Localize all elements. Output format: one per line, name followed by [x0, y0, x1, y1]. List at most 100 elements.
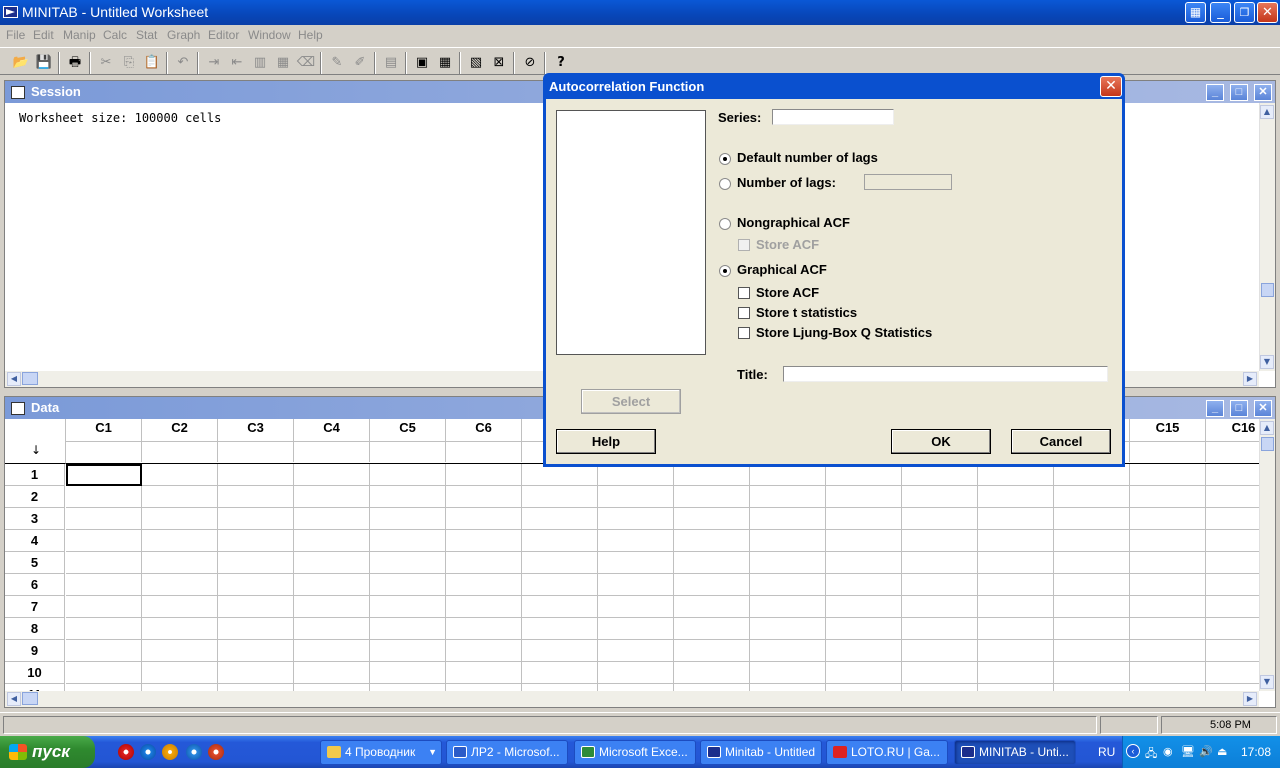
table-cell[interactable]: [370, 552, 446, 574]
column-name-cell[interactable]: [218, 441, 294, 462]
table-cell[interactable]: [66, 684, 142, 691]
table-cell[interactable]: [66, 508, 142, 530]
row-header[interactable]: 3: [5, 508, 65, 530]
histogram-icon[interactable]: ▥: [249, 52, 271, 74]
column-name-cell[interactable]: [142, 441, 218, 462]
row-header[interactable]: 7: [5, 596, 65, 618]
table-cell[interactable]: [826, 662, 902, 684]
table-cell[interactable]: [294, 486, 370, 508]
store-acf-checkbox[interactable]: [738, 287, 750, 299]
column-header[interactable]: C4: [294, 419, 370, 441]
pen-icon[interactable]: ✐: [349, 52, 371, 74]
data-horizontal-scrollbar[interactable]: ◀ ▶: [5, 691, 1259, 707]
menu-editor[interactable]: Editor: [208, 28, 239, 42]
safely-remove-icon[interactable]: ⏏: [1217, 745, 1227, 758]
table-cell[interactable]: [1130, 618, 1206, 640]
table-cell[interactable]: [370, 618, 446, 640]
table-cell[interactable]: [674, 530, 750, 552]
table-cell[interactable]: [66, 640, 142, 662]
table-cell[interactable]: [674, 618, 750, 640]
column-header[interactable]: C3: [218, 419, 294, 441]
column-name-cell[interactable]: [294, 441, 370, 462]
close-graphs-icon[interactable]: ⊠: [488, 52, 510, 74]
table-cell[interactable]: [598, 530, 674, 552]
table-cell[interactable]: [370, 464, 446, 486]
table-cell[interactable]: [294, 508, 370, 530]
table-cell[interactable]: [294, 618, 370, 640]
table-cell[interactable]: [750, 508, 826, 530]
outlook-express-icon[interactable]: [186, 744, 202, 760]
table-cell[interactable]: [1130, 684, 1206, 691]
table-cell[interactable]: [294, 552, 370, 574]
column-header[interactable]: C6: [446, 419, 522, 441]
row-header[interactable]: 5: [5, 552, 65, 574]
table-cell[interactable]: [1130, 530, 1206, 552]
table-cell[interactable]: [142, 508, 218, 530]
language-indicator[interactable]: RU: [1098, 745, 1115, 759]
table-cell[interactable]: [218, 508, 294, 530]
table-cell[interactable]: [978, 574, 1054, 596]
scroll-thumb[interactable]: [1261, 283, 1274, 297]
table-cell[interactable]: [446, 596, 522, 618]
table-cell[interactable]: [1130, 464, 1206, 486]
table-cell[interactable]: [674, 486, 750, 508]
restore-button[interactable]: ❐: [1234, 2, 1255, 23]
table-cell[interactable]: [446, 464, 522, 486]
tray-expand-icon[interactable]: ‹: [1126, 744, 1140, 758]
insert-rows-icon[interactable]: ⇥: [203, 52, 225, 74]
table-cell[interactable]: [370, 486, 446, 508]
table-cell[interactable]: [522, 464, 598, 486]
session-maximize-button[interactable]: □: [1230, 84, 1248, 101]
table-cell[interactable]: [294, 684, 370, 691]
table-cell[interactable]: [66, 618, 142, 640]
table-cell[interactable]: [218, 552, 294, 574]
data-direction-arrow[interactable]: ↓: [31, 443, 41, 457]
table-cell[interactable]: [1130, 596, 1206, 618]
close-button[interactable]: ✕: [1257, 2, 1278, 23]
menu-file[interactable]: File: [6, 28, 25, 42]
table-cell[interactable]: [902, 486, 978, 508]
table-cell[interactable]: [294, 662, 370, 684]
antivirus-icon[interactable]: ◉: [1163, 745, 1173, 758]
menu-stat[interactable]: Stat: [136, 28, 157, 42]
table-cell[interactable]: [902, 662, 978, 684]
dialog-close-button[interactable]: ✕: [1100, 76, 1122, 97]
store-t-checkbox[interactable]: [738, 307, 750, 319]
task-explorer[interactable]: 4 Проводник ▼: [320, 740, 442, 765]
table-cell[interactable]: [142, 662, 218, 684]
table-cell[interactable]: [142, 530, 218, 552]
scroll-right-arrow[interactable]: ▶: [1243, 372, 1257, 386]
undo-icon[interactable]: ↶: [172, 52, 194, 74]
table-cell[interactable]: [1206, 574, 1259, 596]
table-cell[interactable]: [446, 530, 522, 552]
table-cell[interactable]: [218, 684, 294, 691]
table-cell[interactable]: [1206, 640, 1259, 662]
table-cell[interactable]: [826, 552, 902, 574]
table-cell[interactable]: [902, 640, 978, 662]
table-cell[interactable]: [218, 464, 294, 486]
table-cell[interactable]: [1054, 464, 1130, 486]
row-header[interactable]: 8: [5, 618, 65, 640]
nongraphical-store-acf-checkbox[interactable]: [738, 239, 750, 251]
table-cell[interactable]: [978, 662, 1054, 684]
table-cell[interactable]: [1130, 574, 1206, 596]
table-cell[interactable]: [902, 464, 978, 486]
nongraphical-acf-radio[interactable]: [719, 218, 731, 230]
table-cell[interactable]: [674, 574, 750, 596]
column-header[interactable]: C5: [370, 419, 446, 441]
volume-icon[interactable]: 🔊: [1199, 745, 1213, 758]
table-cell[interactable]: [370, 662, 446, 684]
table-cell[interactable]: [142, 464, 218, 486]
scroll-right-arrow[interactable]: ▶: [1243, 692, 1257, 706]
task-minitab-untitled[interactable]: Minitab - Untitled: [700, 740, 822, 765]
data-window-icon[interactable]: ▦: [434, 52, 456, 74]
table-cell[interactable]: [978, 618, 1054, 640]
minimize-button[interactable]: _: [1210, 2, 1231, 23]
table-cell[interactable]: [674, 552, 750, 574]
table-cell[interactable]: [1206, 662, 1259, 684]
table-cell[interactable]: [1054, 684, 1130, 691]
table-cell[interactable]: [902, 684, 978, 691]
column-name-cell[interactable]: [66, 441, 142, 462]
table-cell[interactable]: [598, 618, 674, 640]
scroll-up-arrow[interactable]: ▲: [1260, 421, 1274, 435]
